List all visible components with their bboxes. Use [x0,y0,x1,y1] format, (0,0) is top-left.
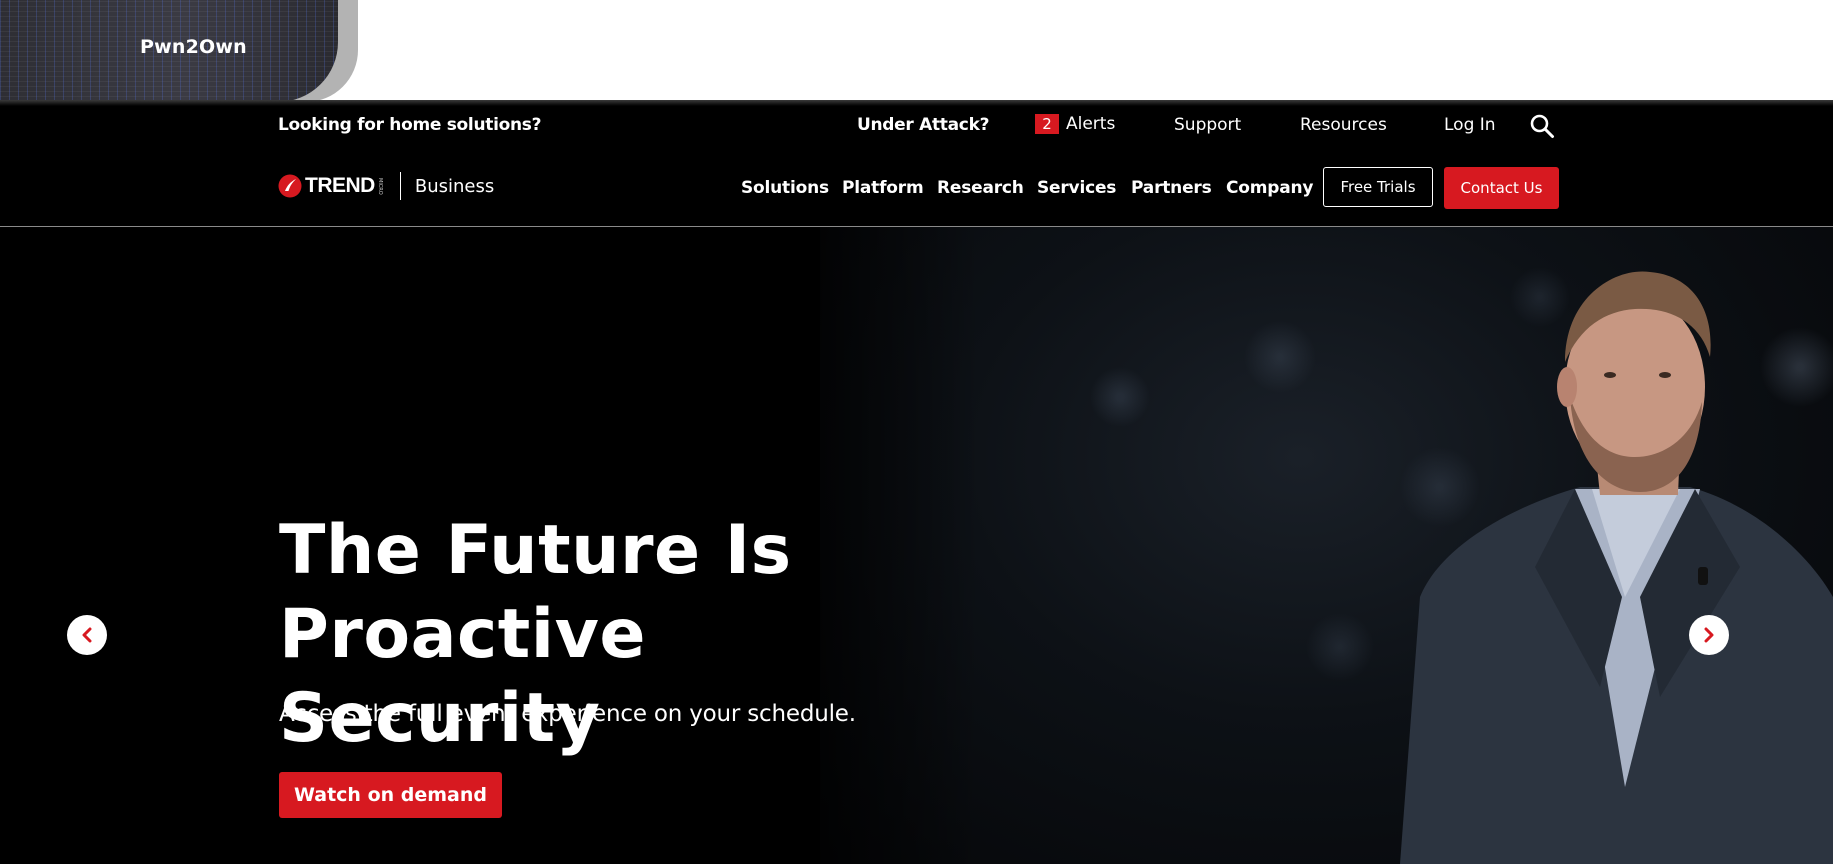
search-icon[interactable] [1529,113,1555,139]
chevron-right-icon [1704,627,1714,643]
nav-platform[interactable]: Platform [842,178,924,198]
logo-wordmark: TREND [305,174,375,197]
home-solutions-link[interactable]: Looking for home solutions? [278,115,541,135]
nav-company[interactable]: Company [1226,178,1313,198]
brand-business-label: Business [414,175,495,197]
utility-bar: Looking for home solutions? Under Attack… [0,106,1833,144]
resources-link[interactable]: Resources [1300,115,1387,135]
free-trials-button[interactable]: Free Trials [1323,167,1433,207]
nav-research[interactable]: Research [937,178,1024,198]
chevron-left-icon [82,627,92,643]
hero-title-line-1: The Future Is [279,511,792,590]
brand-divider [399,172,401,200]
trend-micro-logo-icon [278,174,302,198]
carousel-next-button[interactable] [1689,615,1729,655]
hero-carousel: The Future Is Proactive Security Access … [0,227,1833,864]
nav-partners[interactable]: Partners [1131,178,1212,198]
alerts-label: Alerts [1066,114,1116,134]
speaker-image [1400,271,1833,864]
alerts-link[interactable]: 2 Alerts [1035,114,1115,134]
pwn2own-promo-label[interactable]: Pwn2Own [140,36,247,58]
login-link[interactable]: Log In [1444,115,1496,135]
contact-us-button[interactable]: Contact Us [1444,167,1559,209]
logo-micro-text: MICRO [376,177,383,195]
hero-subtitle: Access the full event experience on your… [279,701,856,727]
under-attack-link[interactable]: Under Attack? [857,115,989,135]
carousel-prev-button[interactable] [67,615,107,655]
nav-solutions[interactable]: Solutions [741,178,829,198]
hero-title-line-2: Proactive Security [279,595,647,758]
alerts-count-badge: 2 [1035,114,1059,134]
nav-services[interactable]: Services [1037,178,1116,198]
pwn2own-promo-tab[interactable]: Pwn2Own [0,0,358,102]
watch-on-demand-button[interactable]: Watch on demand [279,772,502,818]
promo-strip: Pwn2Own [0,0,1833,102]
brand-logo-link[interactable]: TREND MICRO Business [278,172,495,200]
main-navigation: TREND MICRO Business Solutions Platform … [0,144,1833,227]
support-link[interactable]: Support [1174,115,1241,135]
